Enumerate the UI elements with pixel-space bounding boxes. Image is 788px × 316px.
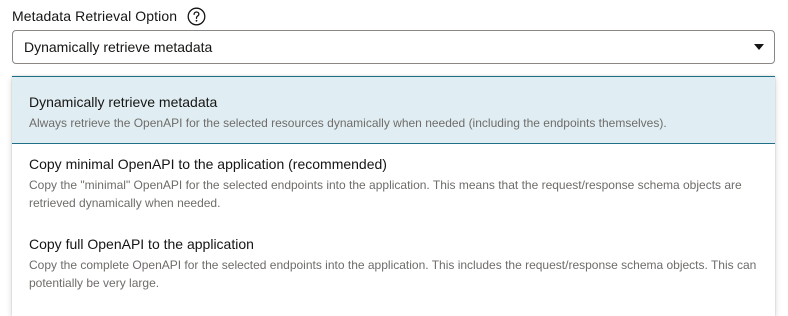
option-copy-full[interactable]: Copy full OpenAPI to the application Cop… — [12, 235, 775, 315]
option-dynamically-retrieve[interactable]: Dynamically retrieve metadata Always ret… — [12, 76, 775, 144]
option-copy-minimal[interactable]: Copy minimal OpenAPI to the application … — [12, 155, 775, 227]
dropdown-listbox: Dynamically retrieve metadata Always ret… — [12, 76, 775, 316]
question-circle-icon[interactable] — [187, 7, 206, 26]
option-description: Copy the "minimal" OpenAPI for the selec… — [29, 178, 742, 210]
metadata-retrieval-select[interactable]: Dynamically retrieve metadata — [12, 30, 775, 64]
field-label-row: Metadata Retrieval Option — [12, 6, 206, 26]
select-value: Dynamically retrieve metadata — [24, 39, 213, 55]
caret-down-icon[interactable] — [754, 44, 764, 50]
option-title: Copy full OpenAPI to the application — [29, 236, 254, 252]
field-label: Metadata Retrieval Option — [12, 8, 178, 24]
option-description: Always retrieve the OpenAPI for the sele… — [29, 116, 667, 130]
option-description: Copy the complete OpenAPI for the select… — [29, 258, 757, 290]
option-title: Copy minimal OpenAPI to the application … — [29, 156, 387, 172]
option-title: Dynamically retrieve metadata — [29, 94, 218, 110]
